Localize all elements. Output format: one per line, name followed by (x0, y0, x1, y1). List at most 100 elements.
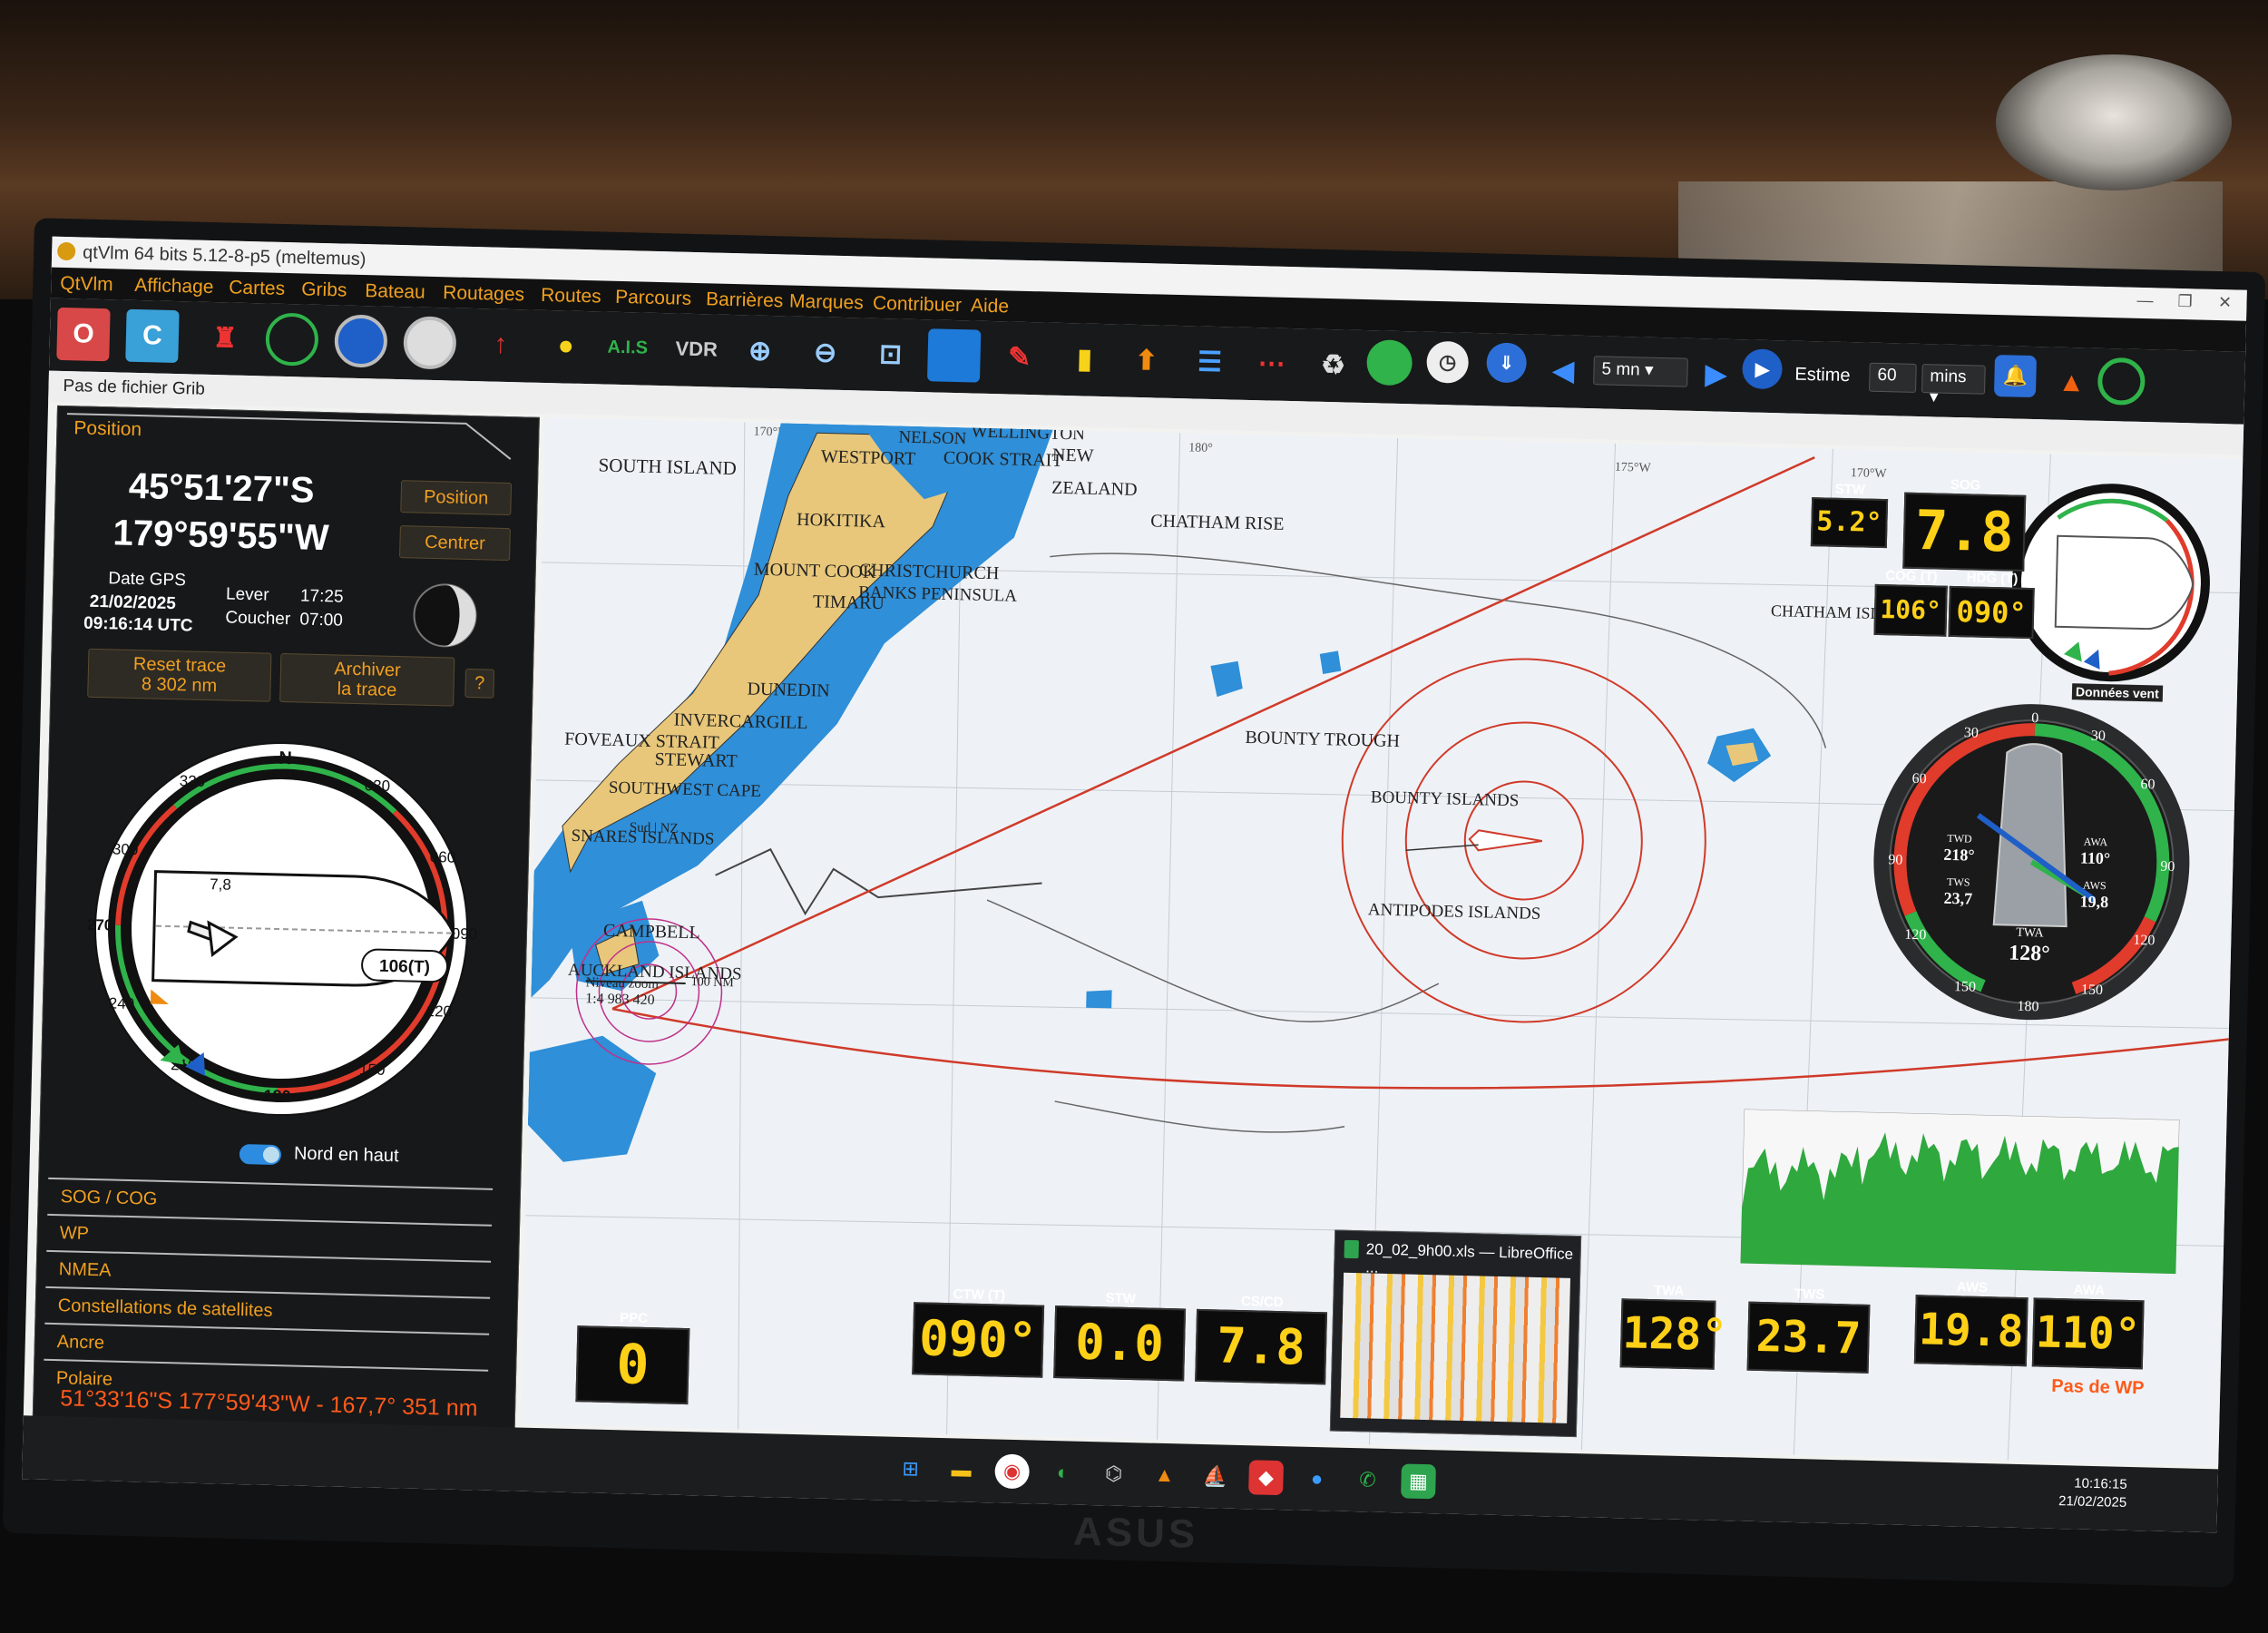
estime-value-input[interactable]: 60 (1869, 362, 1917, 393)
browser-icon[interactable]: ● (1299, 1462, 1334, 1497)
vdr-button[interactable]: VDR (670, 322, 723, 376)
compass-icon[interactable] (334, 314, 388, 368)
twa-display: TWA 128° (1619, 1283, 1728, 1370)
twa-gauge-label: TWA (2016, 926, 2045, 941)
boat-mark-icon[interactable]: ▮ (1058, 332, 1111, 386)
tws-gauge-label: TWS (1947, 875, 1970, 889)
menu-routages[interactable]: Routages (443, 282, 524, 306)
center-button[interactable]: Centrer (399, 525, 511, 562)
qtvlm-icon[interactable]: ◐ (1045, 1455, 1080, 1491)
anydesk-icon[interactable]: ◆ (1248, 1460, 1285, 1496)
menu-bateau[interactable]: Bateau (365, 280, 425, 304)
compass-label-090: 090 (452, 925, 478, 944)
help-button[interactable]: ? (464, 668, 495, 699)
target-icon[interactable] (2097, 357, 2146, 406)
pencil-icon[interactable]: ✎ (992, 330, 1046, 384)
menu-affichage[interactable]: Affichage (134, 275, 214, 298)
chrome-icon[interactable]: ◉ (994, 1453, 1031, 1490)
stw-display: STW 0.0 (1053, 1290, 1187, 1382)
chart-o-icon[interactable]: O (56, 307, 111, 362)
menu-routes[interactable]: Routes (541, 285, 601, 308)
download-icon[interactable]: ⇓ (1486, 342, 1528, 384)
minimize-icon[interactable]: — (2126, 291, 2164, 316)
step-forward-icon[interactable]: ▶ (1689, 347, 1743, 401)
reset-trace-label: Reset trace (132, 653, 227, 677)
awa-gauge-label: AWA (2084, 836, 2108, 849)
vlc-icon[interactable]: ▲ (1147, 1458, 1182, 1493)
ctw-display: CTW (T) 090° (912, 1286, 1045, 1378)
barrier-icon[interactable]: ⋯ (1245, 337, 1298, 390)
libreoffice-taskbar-icon[interactable]: ▦ (1401, 1463, 1436, 1500)
menu-gribs[interactable]: Gribs (301, 279, 347, 301)
route-circle-icon[interactable] (265, 312, 319, 367)
menu-cartes[interactable]: Cartes (229, 277, 285, 300)
lighthouse-icon[interactable]: ♜ (198, 311, 251, 365)
close-icon[interactable]: ✕ (2206, 293, 2244, 318)
sog-label: SOG (1950, 476, 1981, 494)
archive-trace-button[interactable]: Archiver la trace (279, 652, 455, 707)
wind-scale-60l: 60 (1911, 771, 1926, 787)
zoom-in-icon[interactable]: ⊕ (733, 324, 787, 377)
warning-icon[interactable]: ▲ (2045, 356, 2098, 409)
north-up-toggle[interactable] (239, 1143, 282, 1166)
scale-bar-label: 100 NM (691, 975, 735, 990)
tws-label: TWS (1794, 1286, 1825, 1303)
menu-marques[interactable]: Marques (789, 291, 864, 315)
play-icon[interactable]: ▶ (1742, 348, 1784, 390)
gauge-icon[interactable] (403, 316, 457, 370)
menu-contribuer[interactable]: Contribuer (873, 293, 963, 317)
whatsapp-icon[interactable]: ✆ (1350, 1462, 1385, 1498)
bulb-icon[interactable]: ● (539, 319, 592, 373)
zoom-label: Niveau zoom (585, 975, 659, 992)
compass-heading: 106(T) (379, 957, 430, 977)
chart-c-icon[interactable]: C (125, 308, 180, 364)
recycle-icon[interactable]: ♻ (1306, 337, 1360, 391)
windows-start-icon[interactable]: ⊞ (893, 1452, 928, 1487)
alarm-bell-icon[interactable]: 🔔 (1993, 355, 2038, 398)
no-grib-icon[interactable] (1366, 339, 1413, 386)
estime-unit-select[interactable]: mins ▾ (1921, 364, 1986, 406)
menu-aide[interactable]: Aide (971, 295, 1010, 318)
menu-parcours[interactable]: Parcours (615, 287, 692, 310)
system-clock[interactable]: 10:16:15 21/02/2025 (2058, 1474, 2127, 1512)
position-button[interactable]: Position (400, 480, 513, 516)
menu-barrieres[interactable]: Barrières (706, 288, 784, 312)
up-arrow-icon[interactable]: ⬆ (1119, 333, 1173, 386)
network-icon[interactable]: ⌬ (1096, 1456, 1131, 1491)
sunrise-label: Lever (225, 584, 269, 605)
wind-scale-150r: 150 (2081, 983, 2103, 999)
heading-compass: N 030 060 090 120 150 180 210 240 270 30… (87, 742, 478, 1117)
reset-trace-button[interactable]: Reset trace 8 302 nm (87, 648, 272, 702)
libreoffice-preview[interactable]: 20_02_9h00.xls — LibreOffice ... (1329, 1229, 1582, 1438)
zoom-out-icon[interactable]: ⊖ (798, 326, 852, 379)
wp-status: Pas de WP (2051, 1375, 2145, 1399)
file-explorer-icon[interactable]: ▬ (943, 1452, 979, 1488)
meridian-175w: 175°W (1615, 461, 1652, 475)
sunset-label: Coucher (225, 608, 291, 630)
menu-qtvlm[interactable]: QtVlm (60, 273, 113, 296)
wind-scale-120l: 120 (1904, 927, 1926, 944)
compass-label-180: 180 (263, 1087, 291, 1106)
label-christchurch: CHRISTCHURCH (859, 560, 1000, 583)
label-hokitika: HOKITIKA (797, 510, 886, 532)
label-antipodes-islands: ANTIPODES ISLANDS (1368, 900, 1541, 924)
section-nmea-label: NMEA (58, 1259, 112, 1281)
map-select-icon[interactable] (926, 328, 982, 383)
cog-display: COG (T) 106° (1873, 568, 1948, 637)
ais-button[interactable]: A.I.S (601, 320, 654, 374)
layers-icon[interactable]: ☰ (1183, 335, 1237, 388)
small-heading-compass (2011, 484, 2210, 682)
ceiling-lamp (1996, 54, 2232, 191)
time-step-select[interactable]: 5 mn ▾ (1593, 356, 1688, 387)
label-southwest-cape: SOUTHWEST CAPE (609, 778, 761, 801)
gps-date-label: Date GPS (108, 569, 187, 591)
maximize-icon[interactable]: ❐ (2166, 292, 2204, 317)
position-tab[interactable]: Position (66, 412, 521, 463)
aws-value: 19.8 (1918, 1304, 2025, 1358)
clock-icon[interactable]: ◷ (1426, 340, 1470, 384)
step-back-icon[interactable]: ◀ (1537, 344, 1590, 397)
north-arrow-icon[interactable]: ↑ (474, 318, 527, 371)
sailboat-icon[interactable]: ⛵ (1198, 1459, 1233, 1494)
screen: qtVlm 64 bits 5.12-8-p5 (meltemus) — ❐ ✕… (22, 236, 2247, 1533)
zoom-fit-icon[interactable]: ⊡ (864, 328, 917, 381)
